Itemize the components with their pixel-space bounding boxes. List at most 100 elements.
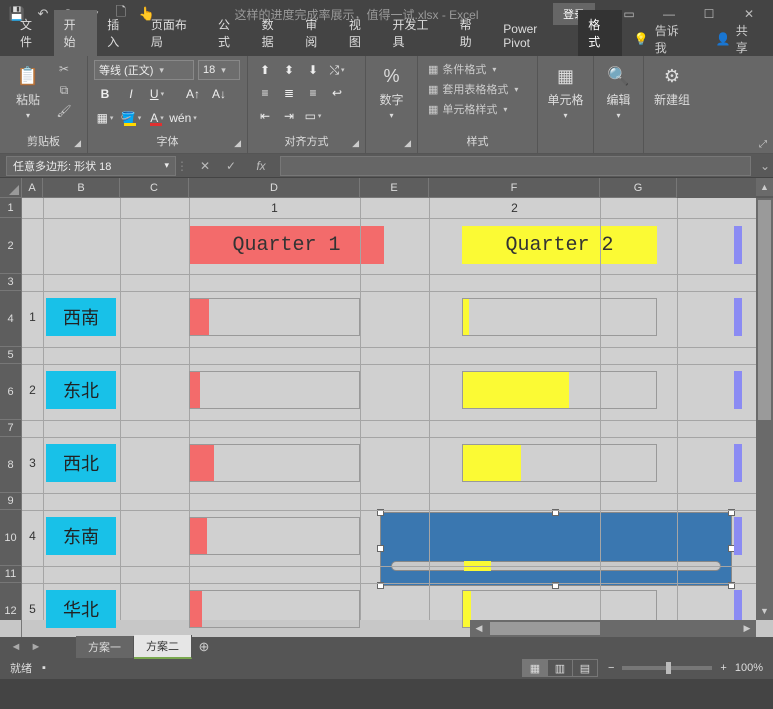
italic-button[interactable]: I (120, 84, 142, 104)
number-format-button[interactable]: % 数字 ▾ (372, 60, 411, 124)
macro-record-icon[interactable]: ▪ (42, 662, 46, 674)
font-name-combo[interactable]: 等线 (正文)▾ (94, 60, 194, 80)
font-color-button[interactable]: A▾ (146, 108, 168, 128)
bold-button[interactable]: B (94, 84, 116, 104)
merge-button[interactable]: ▭▾ (302, 106, 324, 126)
tab-page-layout[interactable]: 页面布局 (141, 10, 208, 56)
selected-shape[interactable] (380, 512, 732, 586)
border-button[interactable]: ▦▾ (94, 108, 116, 128)
sheet-tab-2[interactable]: 方案二 (134, 635, 192, 659)
select-all-corner[interactable] (0, 178, 22, 198)
new-sheet-icon[interactable]: ⊕ (192, 639, 216, 655)
col-header-E[interactable]: E (360, 178, 429, 198)
row-header-12[interactable]: 12 (0, 583, 22, 637)
tab-help[interactable]: 帮助 (450, 10, 494, 56)
sheet-nav-first-icon[interactable]: ◄ (6, 641, 26, 653)
row-header-4[interactable]: 4 (0, 291, 22, 347)
row-header-1[interactable]: 1 (0, 198, 22, 218)
col-header-G[interactable]: G (600, 178, 677, 198)
accept-formula-icon[interactable]: ✓ (218, 156, 244, 176)
decrease-font-icon[interactable]: A↓ (208, 84, 230, 104)
align-left-icon[interactable]: ≡ (254, 83, 276, 103)
scroll-left-icon[interactable]: ◀ (470, 620, 488, 637)
tab-data[interactable]: 数据 (252, 10, 296, 56)
font-dialog-icon[interactable]: ◢ (234, 138, 241, 149)
align-dialog-icon[interactable]: ◢ (352, 138, 359, 149)
vertical-scrollbar[interactable]: ▲ ▼ (756, 178, 773, 620)
align-middle-icon[interactable]: ⬍ (278, 60, 300, 80)
tab-powerpivot[interactable]: Power Pivot (493, 16, 576, 56)
decrease-indent-icon[interactable]: ⇤ (254, 106, 276, 126)
editing-button[interactable]: 🔍编辑▾ (600, 60, 637, 124)
cancel-formula-icon[interactable]: ✕ (192, 156, 218, 176)
tab-review[interactable]: 审阅 (295, 10, 339, 56)
name-box[interactable]: 任意多边形: 形状 18▾ (6, 156, 176, 176)
increase-indent-icon[interactable]: ⇥ (278, 106, 300, 126)
zoom-out-icon[interactable]: − (608, 662, 614, 674)
col-header-B[interactable]: B (43, 178, 120, 198)
new-group-button[interactable]: ⚙新建组 (650, 60, 694, 112)
scroll-down-icon[interactable]: ▼ (756, 602, 773, 620)
col-header-F[interactable]: F (429, 178, 600, 198)
copy-icon[interactable]: ⧉ (54, 81, 74, 99)
row-header-2[interactable]: 2 (0, 218, 22, 274)
row-header-8[interactable]: 8 (0, 437, 22, 493)
sheet-nav-last-icon[interactable]: ► (26, 641, 46, 653)
zoom-value[interactable]: 100% (735, 662, 763, 674)
increase-font-icon[interactable]: A↑ (182, 84, 204, 104)
row-header-5[interactable]: 5 (0, 347, 22, 364)
row-header-9[interactable]: 9 (0, 493, 22, 510)
worksheet-grid[interactable]: 1 2 Quarter 1 Quarter 2 1西南2东北3西北4东南5华北 (22, 198, 756, 620)
page-layout-view-icon[interactable]: ▥ (547, 659, 573, 677)
wrap-text-icon[interactable]: ↩ (326, 83, 348, 103)
share-button[interactable]: 👤共享 (702, 22, 773, 56)
align-top-icon[interactable]: ⬆ (254, 60, 276, 80)
sheet-tab-1[interactable]: 方案一 (76, 636, 134, 658)
scroll-right-icon[interactable]: ▶ (738, 620, 756, 637)
collapse-ribbon-icon[interactable]: ⤢ (759, 139, 767, 150)
paste-button[interactable]: 📋 粘贴 ▾ (6, 60, 50, 124)
row-header-11[interactable]: 11 (0, 566, 22, 583)
row-header-6[interactable]: 6 (0, 364, 22, 420)
h-scroll-thumb[interactable] (490, 622, 600, 635)
number-dialog-icon[interactable]: ◢ (404, 138, 411, 149)
fill-color-button[interactable]: 🪣▾ (120, 108, 142, 128)
normal-view-icon[interactable]: ▦ (522, 659, 548, 677)
cut-icon[interactable]: ✂ (54, 60, 74, 78)
tab-home[interactable]: 开始 (54, 10, 98, 56)
v-scroll-thumb[interactable] (758, 200, 771, 420)
row-header-7[interactable]: 7 (0, 420, 22, 437)
row-header-3[interactable]: 3 (0, 274, 22, 291)
page-break-view-icon[interactable]: ▤ (572, 659, 598, 677)
horizontal-scrollbar[interactable]: ◀ ▶ (470, 620, 756, 637)
underline-button[interactable]: U▾ (146, 84, 168, 104)
handle-ml[interactable] (377, 545, 384, 552)
cells-button[interactable]: ▦单元格▾ (544, 60, 587, 124)
col-header-D[interactable]: D (189, 178, 360, 198)
scroll-up-icon[interactable]: ▲ (756, 178, 773, 196)
align-bottom-icon[interactable]: ⬇ (302, 60, 324, 80)
format-as-table-button[interactable]: ▦套用表格格式▾ (424, 80, 522, 98)
clipboard-dialog-icon[interactable]: ◢ (74, 138, 81, 149)
tab-developer[interactable]: 开发工具 (382, 10, 449, 56)
cell-styles-button[interactable]: ▦单元格样式▾ (424, 100, 522, 118)
tab-formulas[interactable]: 公式 (208, 10, 252, 56)
row-header-10[interactable]: 10 (0, 510, 22, 566)
orientation-icon[interactable]: ⤭▾ (326, 60, 348, 80)
conditional-formatting-button[interactable]: ▦条件格式▾ (424, 60, 522, 78)
zoom-thumb[interactable] (666, 662, 671, 674)
zoom-in-icon[interactable]: + (720, 662, 726, 674)
fx-icon[interactable]: fx (248, 156, 274, 176)
col-header-C[interactable]: C (120, 178, 189, 198)
phonetic-button[interactable]: wén▾ (172, 108, 194, 128)
tell-me[interactable]: 💡告诉我 (622, 22, 702, 56)
font-size-combo[interactable]: 18▾ (198, 60, 240, 80)
tab-view[interactable]: 视图 (339, 10, 383, 56)
tab-format[interactable]: 格式 (578, 10, 622, 56)
align-center-icon[interactable]: ≣ (278, 83, 300, 103)
format-painter-icon[interactable]: 🖌 (54, 102, 74, 120)
zoom-slider[interactable] (622, 666, 712, 670)
col-header-A[interactable]: A (22, 178, 43, 198)
align-right-icon[interactable]: ≡ (302, 83, 324, 103)
formula-bar[interactable] (280, 156, 751, 176)
